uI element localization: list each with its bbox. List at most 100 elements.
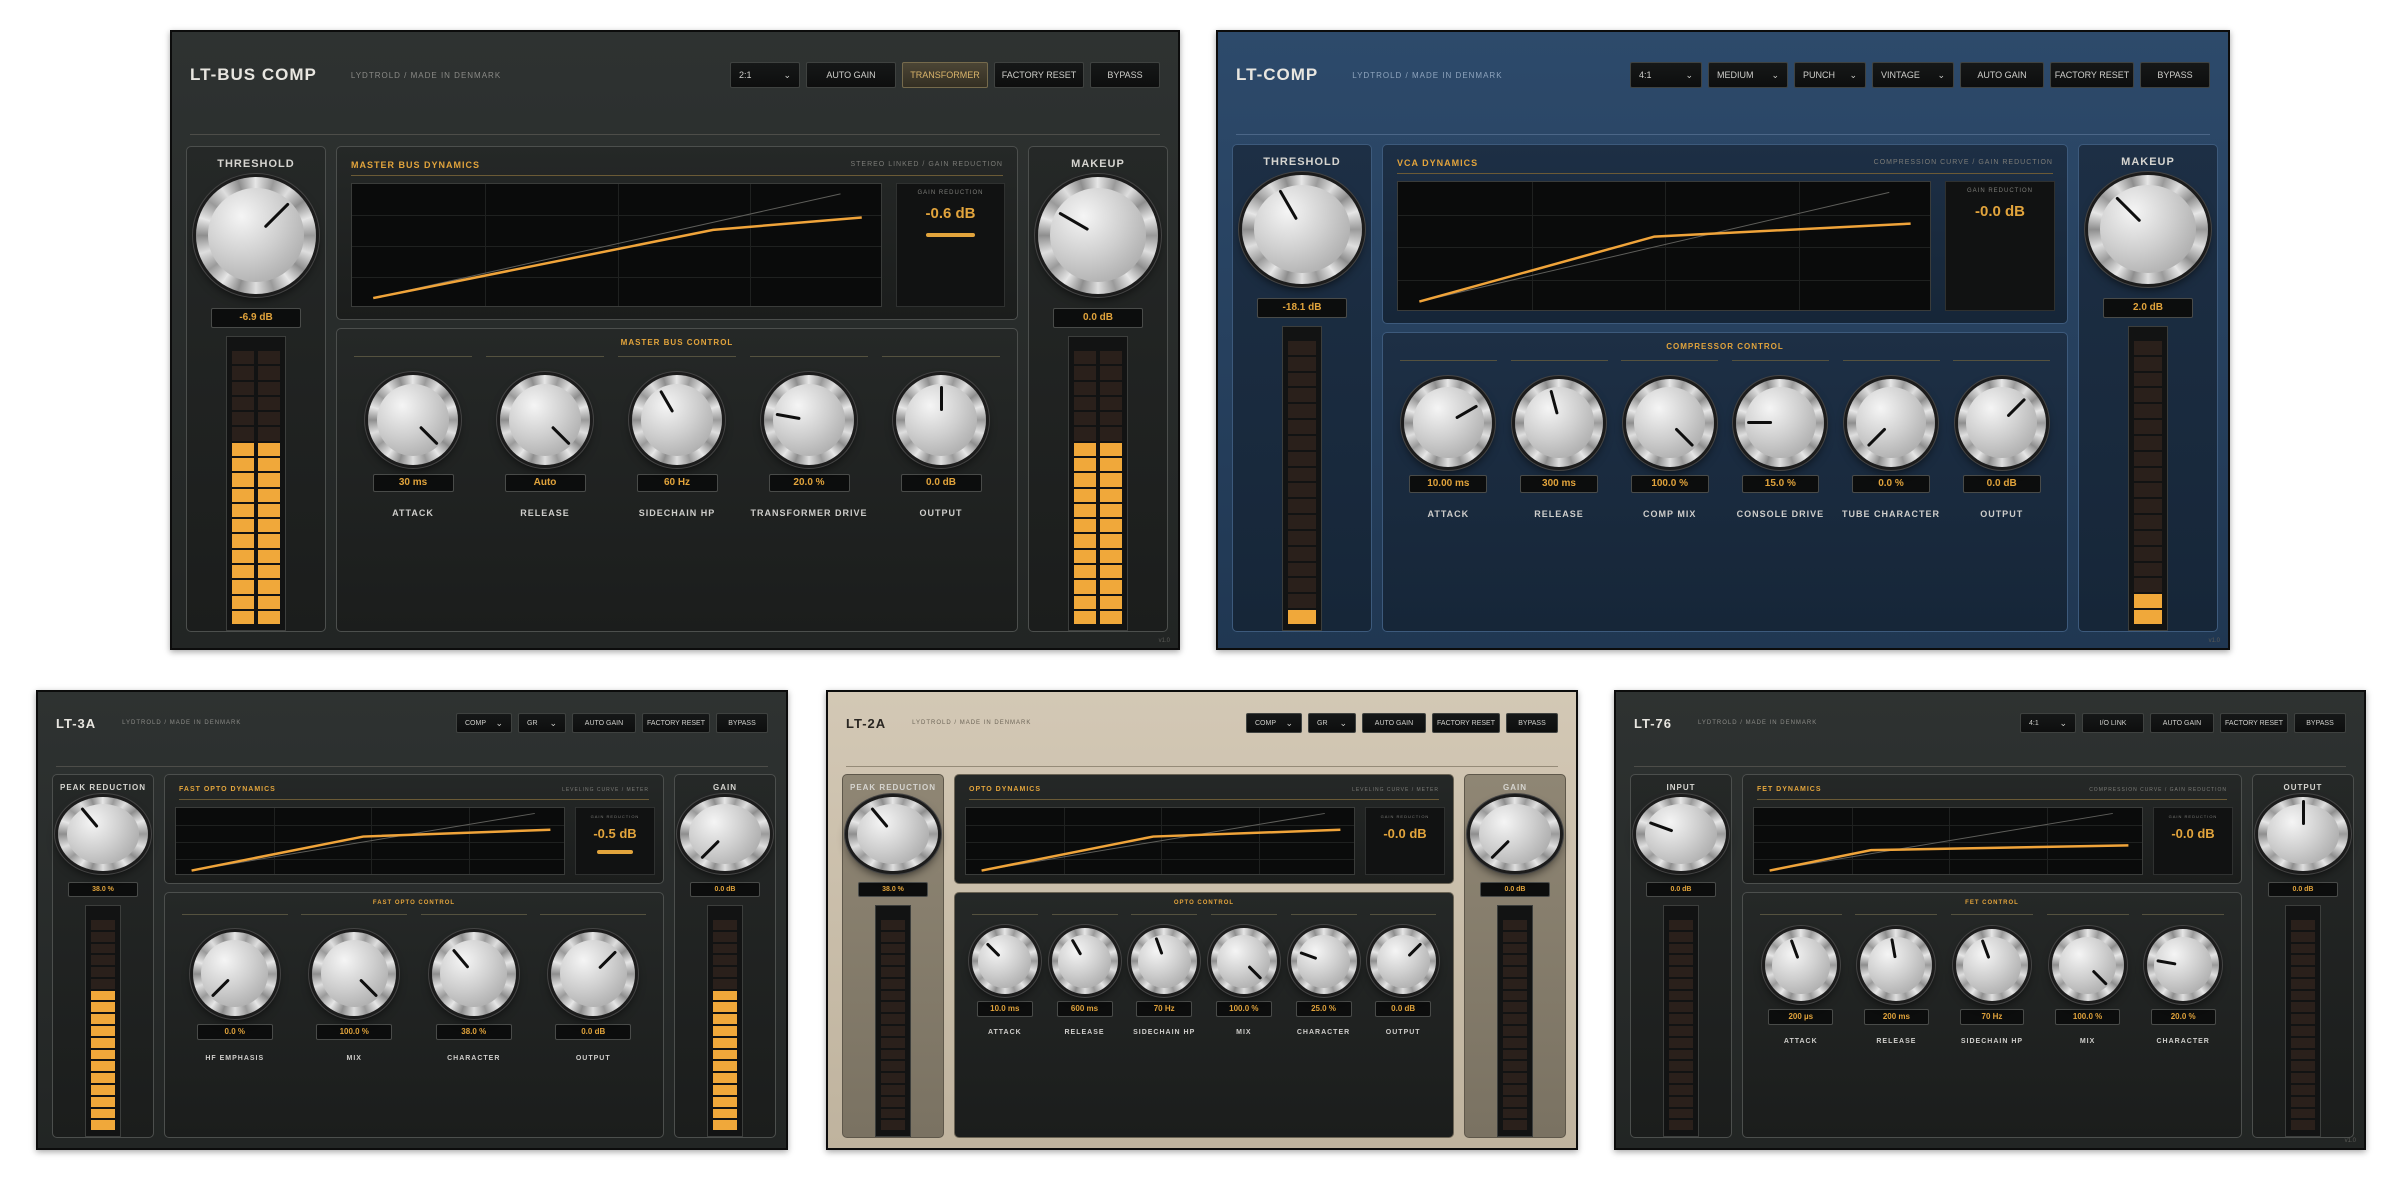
mode-select[interactable]: GR ⌄ <box>518 713 566 733</box>
output-knob[interactable] <box>896 375 986 465</box>
meter-segment <box>1288 594 1316 609</box>
sidechain-hp-knob[interactable] <box>632 375 722 465</box>
toolbar-button[interactable]: TRANSFORMER <box>902 62 988 88</box>
meter-segment <box>232 549 254 563</box>
release-knob[interactable] <box>1515 378 1603 467</box>
control-comp-mix: 100.0 % COMP MIX <box>1614 360 1725 623</box>
toolbar-button[interactable]: AUTO GAIN <box>806 62 896 88</box>
control-label: RELEASE <box>520 508 570 519</box>
control-divider <box>1731 360 1829 361</box>
graph-title: FET DYNAMICS <box>1757 786 1822 793</box>
knob-pointer <box>211 978 230 998</box>
toolbar-button[interactable]: BYPASS <box>2294 713 2346 733</box>
toolbar-button[interactable]: BYPASS <box>716 713 768 733</box>
plugin-title: LT-2A <box>846 715 887 731</box>
control-attack: 10.00 ms ATTACK <box>1393 360 1504 623</box>
meter-segment <box>1100 549 1122 563</box>
makeup-knob[interactable] <box>2088 174 2208 284</box>
attack-knob[interactable] <box>971 928 1038 995</box>
meter-segment <box>881 1084 905 1095</box>
toolbar-button[interactable]: BYPASS <box>2140 62 2210 88</box>
makeup-knob[interactable] <box>680 796 770 872</box>
toolbar-button[interactable]: BYPASS <box>1506 713 1558 733</box>
toolbar-button[interactable]: AUTO GAIN <box>2150 713 2214 733</box>
mode-select[interactable]: VINTAGE ⌄ <box>1872 62 1954 88</box>
button-label: COMP <box>465 719 486 727</box>
character-knob[interactable] <box>1290 928 1357 995</box>
mix-knob[interactable] <box>2051 929 2124 1002</box>
sidechain-hp-knob[interactable] <box>1955 929 2028 1002</box>
control-divider <box>1855 914 1938 915</box>
makeup-knob[interactable] <box>2258 796 2348 872</box>
control-divider <box>1370 914 1437 915</box>
mix-knob[interactable] <box>312 931 397 1016</box>
graph-subtitle: STEREO LINKED / GAIN REDUCTION <box>850 161 1003 168</box>
toolbar-button[interactable]: I/O LINK <box>2082 713 2144 733</box>
attack-knob[interactable] <box>368 375 458 465</box>
toolbar-button[interactable]: AUTO GAIN <box>1362 713 1426 733</box>
console-drive-knob[interactable] <box>1736 378 1825 467</box>
control-mix: 100.0 % MIX <box>295 914 415 1129</box>
threshold-knob[interactable] <box>848 796 938 872</box>
toolbar-button[interactable]: AUTO GAIN <box>1960 62 2044 88</box>
meter-segment <box>1503 931 1527 942</box>
output-knob[interactable] <box>1957 378 2046 467</box>
toolbar-button[interactable]: FACTORY RESET <box>1432 713 1500 733</box>
control-label: COMP MIX <box>1643 509 1697 520</box>
meter-segment <box>2291 1108 2315 1119</box>
output-knob[interactable] <box>551 931 636 1016</box>
mode-select[interactable]: PUNCH ⌄ <box>1794 62 1866 88</box>
release-knob[interactable] <box>500 375 590 465</box>
mode-select[interactable]: COMP ⌄ <box>456 713 512 733</box>
meter-segment <box>881 1120 905 1131</box>
meter-segment <box>1288 451 1316 466</box>
output-knob[interactable] <box>1370 928 1437 995</box>
meter-segment <box>258 366 280 380</box>
meter-segment <box>713 1037 737 1048</box>
comp-mix-knob[interactable] <box>1625 378 1714 467</box>
mode-select[interactable]: 4:1 ⌄ <box>1630 62 1702 88</box>
mix-knob[interactable] <box>1210 928 1277 995</box>
threshold-knob[interactable] <box>196 176 316 294</box>
makeup-knob[interactable] <box>1470 796 1560 872</box>
toolbar-button[interactable]: FACTORY RESET <box>2050 62 2134 88</box>
attack-knob[interactable] <box>1764 929 1837 1002</box>
tube-character-knob[interactable] <box>1847 378 1936 467</box>
toolbar-button[interactable]: AUTO GAIN <box>572 713 636 733</box>
button-label: BYPASS <box>1107 70 1143 80</box>
toolbar-button[interactable]: FACTORY RESET <box>642 713 710 733</box>
toolbar-button[interactable]: FACTORY RESET <box>2220 713 2288 733</box>
chevron-down-icon: ⌄ <box>495 717 503 728</box>
meter-segment <box>2291 1049 2315 1060</box>
hf-emphasis-knob[interactable] <box>192 931 277 1016</box>
meter-segment <box>2134 515 2162 529</box>
button-label: COMP <box>1255 719 1276 727</box>
makeup-knob[interactable] <box>1038 176 1158 294</box>
threshold-knob[interactable] <box>1636 796 1726 872</box>
mode-select[interactable]: 2:1 ⌄ <box>730 62 800 88</box>
mode-select[interactable]: MEDIUM ⌄ <box>1708 62 1788 88</box>
release-knob[interactable] <box>1860 929 1933 1002</box>
control-value-display: 300 ms <box>1520 475 1598 494</box>
attack-knob[interactable] <box>1404 378 1493 467</box>
graph-subtitle: COMPRESSION CURVE / GAIN REDUCTION <box>2089 787 2227 793</box>
meter-segment <box>1288 341 1316 355</box>
character-knob[interactable] <box>2147 929 2220 1002</box>
transformer-drive-knob[interactable] <box>764 375 854 465</box>
mode-select[interactable]: 4:1 ⌄ <box>2020 713 2076 733</box>
meter-segment <box>2134 483 2162 498</box>
threshold-knob[interactable] <box>58 796 148 872</box>
header-divider <box>1236 134 2210 135</box>
mode-select[interactable]: COMP ⌄ <box>1246 713 1302 733</box>
mode-select[interactable]: GR ⌄ <box>1308 713 1356 733</box>
meter-segment <box>1503 990 1527 1001</box>
knob-pointer <box>1299 951 1318 961</box>
toolbar-button[interactable]: BYPASS <box>1090 62 1160 88</box>
character-knob[interactable] <box>431 931 516 1016</box>
sidechain-hp-knob[interactable] <box>1131 928 1198 995</box>
toolbar-button[interactable]: FACTORY RESET <box>994 62 1084 88</box>
control-label: CHARACTER <box>2156 1037 2210 1045</box>
release-knob[interactable] <box>1051 928 1118 995</box>
threshold-knob[interactable] <box>1242 174 1362 284</box>
plugin-window-ltcomp: LT-COMP LYDTROLD / MADE IN DENMARK 4:1 ⌄ MED… <box>1216 30 2230 650</box>
